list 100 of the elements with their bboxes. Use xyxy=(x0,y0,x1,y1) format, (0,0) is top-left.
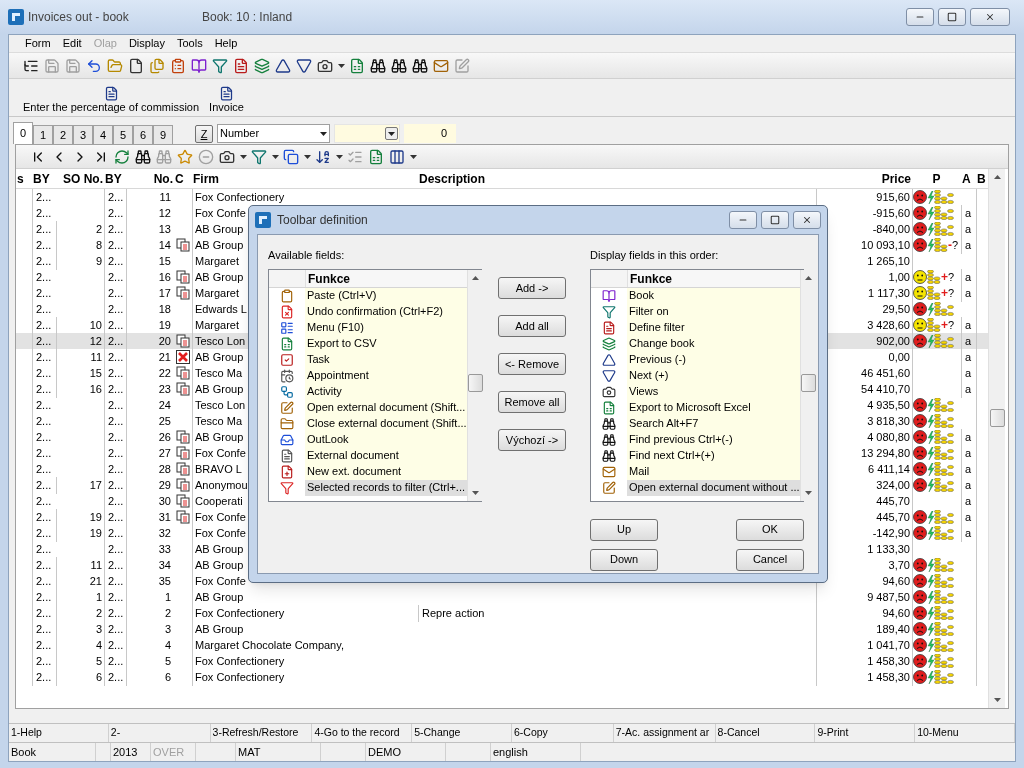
filter-field[interactable] xyxy=(334,124,400,143)
table-cell: 24 xyxy=(126,397,174,414)
dialog-button[interactable]: <- Remove xyxy=(498,353,566,375)
table-cell: 2... xyxy=(104,285,126,302)
scroll-up-icon[interactable] xyxy=(993,175,1001,179)
appointment-icon xyxy=(280,368,294,383)
sort-field-dropdown[interactable]: Number xyxy=(217,124,330,143)
table-cell: a xyxy=(961,461,976,478)
note-text: ? xyxy=(948,318,955,333)
column-header[interactable]: Description xyxy=(418,169,816,188)
table-cell: 2... xyxy=(32,365,56,382)
menu-item[interactable]: Display xyxy=(128,35,165,52)
up-arrow-icon xyxy=(602,352,616,367)
scroll-thumb[interactable] xyxy=(989,409,1005,427)
table-cell: Repre action xyxy=(418,605,816,622)
tab[interactable]: 5 xyxy=(113,125,133,144)
scroll-thumb[interactable] xyxy=(467,373,483,392)
table-row[interactable]: 2... 6 2... 6 Fox Confectionery 1 458,30 xyxy=(16,669,988,685)
minimize-icon[interactable] xyxy=(906,8,934,26)
column-header[interactable]: No. xyxy=(126,169,174,188)
note-text: ? xyxy=(948,270,955,285)
menu-item[interactable]: Edit xyxy=(62,35,82,52)
tab[interactable]: 1 xyxy=(33,125,53,144)
column-header[interactable]: A xyxy=(961,169,976,188)
app-logo-icon xyxy=(8,9,24,25)
coins-icon xyxy=(934,446,954,461)
new-document-icon xyxy=(280,464,294,479)
column-header[interactable]: C xyxy=(174,169,192,188)
scroll-down-icon[interactable] xyxy=(993,698,1001,702)
dialog-button[interactable]: Down xyxy=(590,548,658,571)
column-header[interactable]: Price xyxy=(816,169,912,188)
document-cross-icon xyxy=(280,304,294,319)
dialog-button[interactable]: Remove all xyxy=(498,391,566,413)
filter-icon xyxy=(602,304,616,319)
column-header[interactable]: P xyxy=(912,169,961,188)
dialog-button[interactable]: Výchozí -> xyxy=(498,429,566,451)
maximize-icon[interactable] xyxy=(938,8,966,26)
dialog-button[interactable]: Add all xyxy=(498,315,566,337)
dialog-button[interactable]: Cancel xyxy=(736,548,804,571)
coins-icon xyxy=(934,670,954,685)
table-cell: 15 xyxy=(56,365,104,382)
scroll-down-icon[interactable] xyxy=(471,490,479,495)
table-cell: 2... xyxy=(104,205,126,222)
document-icon xyxy=(103,86,119,101)
table-cell: 2... xyxy=(104,605,126,622)
table-cell: 2... xyxy=(32,509,56,526)
column-header[interactable]: BY xyxy=(32,169,56,188)
table-cell: 2... xyxy=(104,493,126,510)
table-row[interactable]: 2... 3 2... 3 AB Group 189,40 xyxy=(16,621,988,637)
dropdown-button[interactable] xyxy=(385,127,398,140)
scroll-up-icon[interactable] xyxy=(471,275,479,280)
table-cell: a xyxy=(961,493,976,510)
status-field: english xyxy=(491,743,581,761)
sort-order-button[interactable]: Z xyxy=(195,124,213,143)
menu-item[interactable]: Help xyxy=(214,35,238,52)
column-header[interactable]: BY xyxy=(104,169,126,188)
command-button[interactable]: Invoice xyxy=(209,86,244,114)
table-cell: a xyxy=(961,429,976,446)
tab[interactable]: 2 xyxy=(53,125,73,144)
menu-item[interactable]: Form xyxy=(25,35,51,52)
coins-icon xyxy=(934,558,954,573)
table-cell: 2... xyxy=(32,349,56,366)
table-cell: 1 041,70 xyxy=(816,637,912,654)
value-field[interactable]: 0 xyxy=(404,124,456,143)
column-header[interactable]: Firm xyxy=(192,169,418,188)
menu-item[interactable]: Tools xyxy=(176,35,203,52)
close-icon[interactable] xyxy=(970,8,1010,26)
minimize-icon[interactable] xyxy=(729,211,757,229)
table-row[interactable]: 2... 1 2... 1 AB Group 9 487,50 xyxy=(16,589,988,605)
table-cell: a xyxy=(961,509,976,526)
dialog-button[interactable]: Up xyxy=(590,518,658,541)
coins-icon xyxy=(927,318,941,333)
dialog-button[interactable]: Add -> xyxy=(498,277,566,299)
table-row[interactable]: 2... 4 2... 4 Margaret Chocolate Company, 1 041,70 xyxy=(16,637,988,653)
table-row[interactable]: 2... 2 2... 2 Fox Confectionery Repre action 94,60 xyxy=(16,605,988,621)
column-header[interactable]: B xyxy=(976,169,988,188)
scrollbar[interactable] xyxy=(988,169,1005,708)
maximize-icon[interactable] xyxy=(761,211,789,229)
table-cell: 9 487,50 xyxy=(816,589,912,606)
table-cell: 30 xyxy=(126,493,174,510)
column-header[interactable]: SO No. xyxy=(56,169,104,188)
column-header[interactable]: s xyxy=(16,169,32,188)
tab[interactable]: 0 xyxy=(13,122,33,144)
table-cell: 2... xyxy=(104,253,126,270)
tab[interactable]: 4 xyxy=(93,125,113,144)
dropdown-caret-icon[interactable] xyxy=(388,131,395,136)
scroll-up-icon[interactable] xyxy=(804,275,812,280)
tab[interactable]: 3 xyxy=(73,125,93,144)
dialog-button[interactable]: OK xyxy=(736,518,804,541)
scroll-down-icon[interactable] xyxy=(804,490,812,495)
scroll-thumb[interactable] xyxy=(800,373,816,392)
dropdown-caret-icon[interactable] xyxy=(320,131,327,136)
table-row[interactable]: 2... 5 2... 5 Fox Confectionery 1 458,30 xyxy=(16,653,988,669)
tab[interactable]: 9 xyxy=(153,125,173,144)
tab[interactable]: 6 xyxy=(133,125,153,144)
table-cell: 16 xyxy=(56,381,104,398)
status-field: MAT xyxy=(236,743,321,761)
command-button[interactable]: Enter the percentage of commission xyxy=(23,86,200,114)
note-text: ? xyxy=(948,286,955,301)
close-icon[interactable] xyxy=(793,211,821,229)
